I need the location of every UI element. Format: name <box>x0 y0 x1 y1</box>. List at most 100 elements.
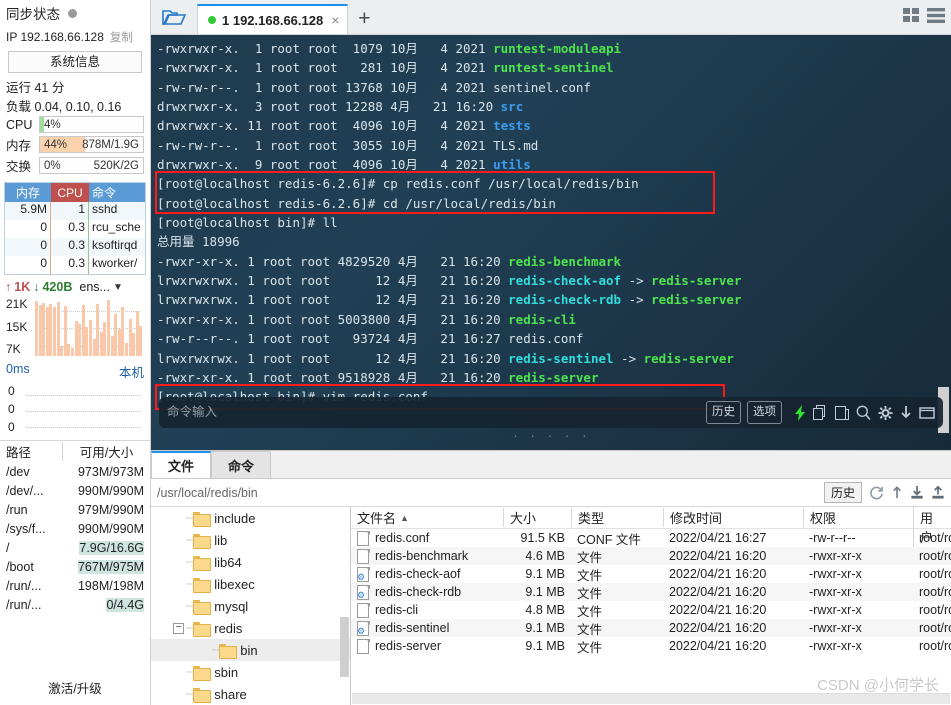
path-input[interactable]: /usr/local/redis/bin <box>157 486 824 500</box>
file-icon <box>357 638 370 654</box>
disk-row[interactable]: /run/... 198M/198M <box>0 576 150 595</box>
system-info-button[interactable]: 系统信息 <box>8 51 142 73</box>
refresh-icon[interactable] <box>869 485 884 500</box>
tree-node-libexec[interactable]: ┄ libexec <box>151 573 350 595</box>
chevron-down-icon[interactable]: ▼ <box>113 282 123 293</box>
file-name-cell: redis-server <box>351 638 503 654</box>
terminal-tab-1[interactable]: 1 192.168.66.128 × <box>197 4 349 34</box>
command-input[interactable]: 命令输入 <box>167 403 706 422</box>
tree-node-lib[interactable]: ┄ lib <box>151 529 350 551</box>
copy-icon[interactable] <box>813 404 828 421</box>
collapse-icon[interactable]: − <box>173 622 184 634</box>
meter-label-CPU: CPU <box>6 117 33 132</box>
file-row[interactable]: ⚙ redis-check-aof 9.1 MB 文件 2022/04/21 16:20… <box>351 565 951 583</box>
gear-icon[interactable] <box>878 405 893 421</box>
terminal-tab-label: 1 192.168.66.128 <box>222 12 324 28</box>
tree-guide: ┄ <box>186 511 194 525</box>
terminal-line: -rwxr-xr-x. 1 root root 5003800 4月 21 16… <box>157 310 951 329</box>
disk-row[interactable]: / 7.9G/16.6G <box>0 538 150 557</box>
tree-scrollbar[interactable] <box>340 617 349 677</box>
disk-row[interactable]: /run/... 0/4.4G <box>0 595 150 614</box>
tree-node-lib64[interactable]: ┄ lib64 <box>151 551 350 573</box>
disk-row[interactable]: /dev 973M/973M <box>0 462 150 481</box>
history-button[interactable]: 历史 <box>706 400 741 425</box>
terminal-segment: -rwxrwxr-x. 1 root root 1079 10月 4 2021 <box>157 41 494 56</box>
disk-row[interactable]: /dev/... 990M/990M <box>0 481 150 500</box>
upload-rate: 1K <box>14 280 31 294</box>
grid-view-icon[interactable] <box>903 8 920 28</box>
tab-files[interactable]: 文件 <box>151 451 212 478</box>
disk-row[interactable]: /boot 767M/975M <box>0 557 150 576</box>
file-name-cell: ⚙ redis-check-rdb <box>351 584 503 600</box>
file-row[interactable]: ⚙ redis-sentinel 9.1 MB 文件 2022/04/21 16:20 -… <box>351 619 951 637</box>
file-row[interactable]: redis-benchmark 4.6 MB 文件 2022/04/21 16:20 -… <box>351 547 951 565</box>
column-filename[interactable]: 文件名 ▲ <box>351 508 503 527</box>
tree-node-share[interactable]: ┄ share <box>151 683 350 705</box>
open-folder-icon[interactable] <box>151 0 197 34</box>
file-permissions: -rwxr-xr-x <box>809 639 862 653</box>
file-row[interactable]: redis.conf 91.5 KB CONF 文件 2022/04/21 16:27… <box>351 529 951 547</box>
file-manager-tabs: 文件 命令 <box>151 451 951 479</box>
file-name-cell: redis.conf <box>351 530 503 546</box>
tree-node-label: share <box>214 686 247 702</box>
disk-path: /run <box>6 502 28 517</box>
interface-label[interactable]: ens... <box>79 280 110 294</box>
terminal-segment: redis-cli <box>508 311 576 327</box>
close-icon[interactable]: × <box>329 12 339 28</box>
tree-node-label: mysql <box>214 598 249 614</box>
window-icon[interactable] <box>919 405 935 421</box>
file-size: 4.6 MB <box>525 549 565 563</box>
tree-node-label: include <box>214 510 256 526</box>
file-owner: root/root <box>919 639 951 653</box>
terminal-segment: drwxrwxr-x. 9 root root 4096 10月 4 2021 <box>157 157 494 173</box>
terminal-segment: lrwxrwxrwx. 1 root root 12 4月 21 16:20 <box>157 292 509 308</box>
splitter-handle[interactable]: · · · · · <box>151 427 951 446</box>
process-row[interactable]: 5.9M 1 sshd <box>5 202 145 220</box>
column-size[interactable]: 大小 <box>503 508 571 527</box>
disk-value: 7.9G/16.6G <box>79 540 144 555</box>
options-button[interactable]: 选项 <box>747 400 782 425</box>
column-type[interactable]: 类型 <box>571 508 663 527</box>
list-view-icon[interactable] <box>927 8 945 28</box>
disk-row[interactable]: /sys/f... 990M/990M <box>0 519 150 538</box>
tree-node-sbin[interactable]: ┄ sbin <box>151 661 350 683</box>
path-history-button[interactable]: 历史 <box>823 482 862 503</box>
command-input-bar[interactable]: 命令输入 历史 选项 <box>159 397 943 428</box>
folder-icon <box>193 577 212 593</box>
activate-upgrade-link[interactable]: 激活/升级 <box>0 678 150 697</box>
lightning-icon[interactable] <box>795 404 806 421</box>
upload-icon[interactable] <box>931 485 945 500</box>
file-row[interactable]: ⚙ redis-check-rdb 9.1 MB 文件 2022/04/21 16:20… <box>351 583 951 601</box>
tree-node-include[interactable]: ┄ include <box>151 507 350 529</box>
network-bar <box>110 335 114 356</box>
terminal-segment: -rw-rw-r--. 1 root root 13768 10月 4 2021… <box>157 79 591 95</box>
copy-link[interactable]: 复制 <box>110 29 133 45</box>
process-cpu: 0.3 <box>51 238 89 256</box>
file-name: redis-check-aof <box>375 567 461 581</box>
directory-tree[interactable]: ┄ include ┄ lib ┄ lib64 ┄ libexec ┄ mysql − ┄ redis ┄… <box>151 507 351 705</box>
download-icon[interactable] <box>900 405 912 421</box>
terminal-segment: -> <box>621 292 652 308</box>
paste-icon[interactable] <box>835 405 849 421</box>
new-tab-button[interactable]: + <box>348 4 380 34</box>
column-permissions[interactable]: 权限 <box>803 508 913 527</box>
up-icon[interactable] <box>891 485 903 500</box>
load-label: 负载 0.04, 0.10, 0.16 <box>6 100 122 114</box>
search-icon[interactable] <box>856 405 871 421</box>
terminal-output[interactable]: -rwxrwxr-x. 1 root root 1079 10月 4 2021 … <box>151 35 951 450</box>
process-row[interactable]: 0 0.3 kworker/ <box>5 256 145 274</box>
folder-icon <box>219 643 238 659</box>
disk-value: 973M/973M <box>77 464 144 479</box>
file-row[interactable]: redis-cli 4.8 MB 文件 2022/04/21 16:20 -rwxr-x… <box>351 601 951 619</box>
disk-row[interactable]: /run 979M/990M <box>0 500 150 519</box>
tab-commands[interactable]: 命令 <box>211 451 272 478</box>
file-row[interactable]: redis-server 9.1 MB 文件 2022/04/21 16:20 -rwx… <box>351 637 951 655</box>
tree-node-bin[interactable]: ┄ bin <box>151 639 350 661</box>
tree-node-redis[interactable]: − ┄ redis <box>151 617 350 639</box>
process-row[interactable]: 0 0.3 ksoftirqd <box>5 238 145 256</box>
column-mtime[interactable]: 修改时间 <box>663 508 803 527</box>
file-name: redis-sentinel <box>375 621 450 635</box>
download-icon[interactable] <box>910 485 924 500</box>
process-row[interactable]: 0 0.3 rcu_sche <box>5 220 145 238</box>
tree-node-mysql[interactable]: ┄ mysql <box>151 595 350 617</box>
